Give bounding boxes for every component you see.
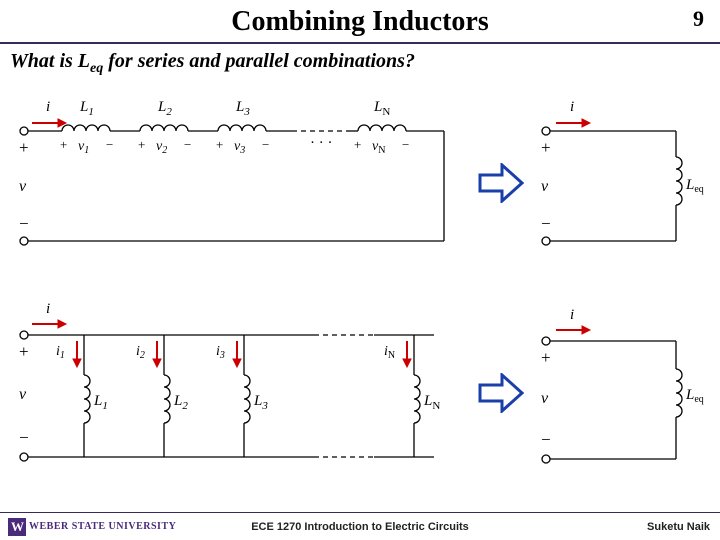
svg-text:LN: LN [423,393,440,412]
svg-text:v2: v2 [156,139,167,156]
series-circuit: i L1 + v1 − L2 + v2 − L3 + v3 − · · · [14,91,464,261]
svg-text:v: v [541,178,549,195]
author-name: Suketu Naik [647,521,710,533]
svg-text:i: i [570,307,574,323]
svg-text:+: + [354,137,361,152]
course-name: ECE 1270 Introduction to Electric Circui… [251,521,469,533]
series-equivalent: i Leq + v − [536,91,706,261]
svg-text:L1: L1 [79,99,94,118]
subtitle-prefix: What is L [10,50,90,72]
svg-text:i2: i2 [136,344,145,361]
svg-text:−: − [184,137,191,152]
svg-text:L3: L3 [235,99,250,118]
arrow-parallel [478,373,524,413]
svg-text:−: − [541,214,551,233]
svg-text:−: − [262,137,269,152]
svg-text:v1: v1 [78,139,89,156]
parallel-equivalent: i Leq + v − [536,303,706,477]
svg-text:+: + [19,138,29,157]
svg-text:i: i [570,99,574,115]
arrow-series [478,163,524,203]
svg-text:−: − [402,137,409,152]
university-name: WEBER STATE UNIVERSITY [29,521,176,532]
svg-text:v: v [19,386,27,403]
svg-text:i: i [46,301,50,317]
svg-text:· · ·: · · · [310,135,333,151]
svg-text:−: − [19,428,29,447]
svg-text:v: v [19,178,27,195]
svg-text:Leq: Leq [685,177,704,195]
svg-text:+: + [19,342,29,361]
footer: W WEBER STATE UNIVERSITY ECE 1270 Introd… [0,512,720,540]
svg-text:−: − [19,214,29,233]
svg-text:−: − [541,430,551,449]
logo-w-icon: W [8,518,26,536]
label-i: i [46,99,50,115]
parallel-circuit: i i1 L1 [14,297,464,477]
header: Combining Inductors 9 [0,0,720,44]
svg-text:i3: i3 [216,344,225,361]
svg-text:+: + [216,137,223,152]
svg-text:−: − [106,137,113,152]
subtitle-suffix: for series and parallel combinations? [103,50,415,72]
svg-text:vN: vN [372,139,385,156]
subtitle-sub: eq [90,61,103,76]
svg-text:iN: iN [384,344,395,361]
svg-text:Leq: Leq [685,387,704,405]
subtitle: What is Leq for series and parallel comb… [0,44,720,77]
svg-text:L2: L2 [157,99,172,118]
university-logo: W WEBER STATE UNIVERSITY [8,518,176,536]
svg-text:L2: L2 [173,393,188,412]
svg-text:v3: v3 [234,139,245,156]
page-number: 9 [693,6,704,32]
svg-text:L1: L1 [93,393,108,412]
page-title: Combining Inductors [231,6,489,38]
svg-text:+: + [60,137,67,152]
svg-text:+: + [138,137,145,152]
svg-text:L3: L3 [253,393,268,412]
svg-text:+: + [541,138,551,157]
figure-area: i L1 + v1 − L2 + v2 − L3 + v3 − · · · [0,77,720,497]
svg-text:i1: i1 [56,344,65,361]
svg-text:+: + [541,348,551,367]
svg-text:v: v [541,390,549,407]
svg-text:LN: LN [373,99,390,118]
